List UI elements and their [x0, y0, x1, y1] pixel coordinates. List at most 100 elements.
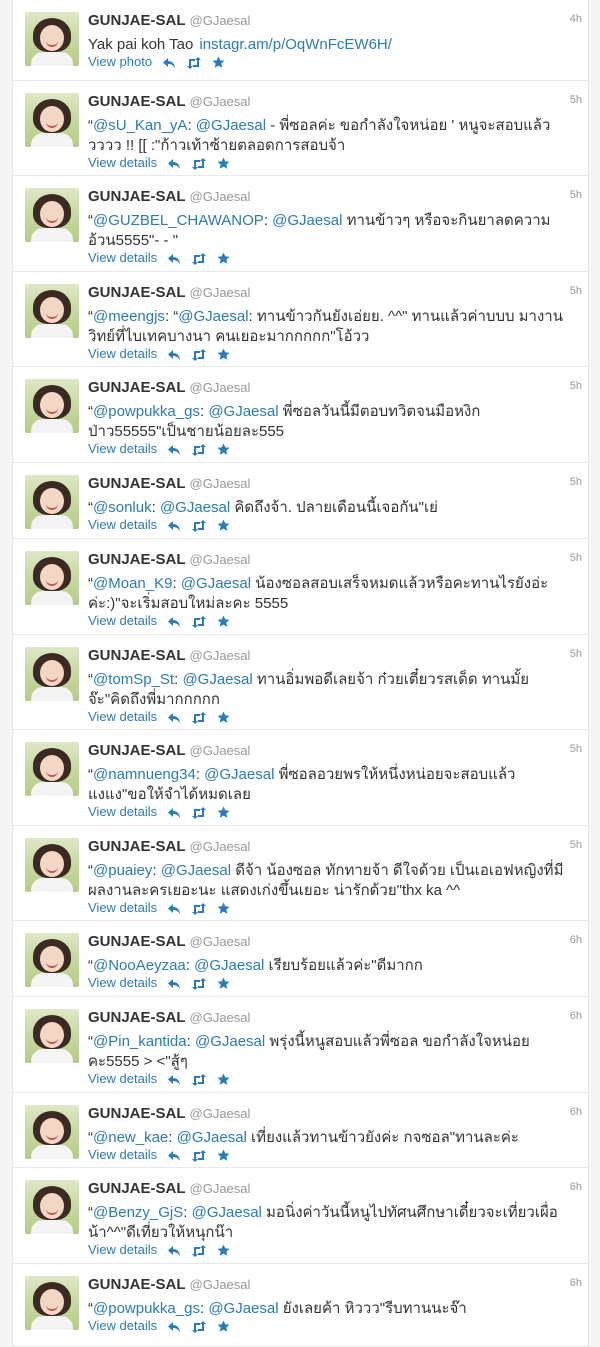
view-details-link[interactable]: View details — [88, 1318, 157, 1333]
self-mention[interactable]: @GJaesal — [194, 957, 264, 974]
view-details-link[interactable]: View details — [88, 804, 157, 819]
user-handle[interactable]: @GJaesal — [190, 743, 251, 758]
reply-icon[interactable] — [167, 253, 181, 265]
reply-icon[interactable] — [167, 807, 181, 819]
favorite-icon[interactable] — [217, 157, 230, 170]
self-mention[interactable]: @GJaesal — [178, 308, 248, 325]
timestamp[interactable]: 5h — [570, 380, 582, 392]
avatar[interactable] — [25, 188, 79, 242]
avatar[interactable] — [25, 1105, 79, 1159]
view-details-link[interactable]: View photo — [88, 54, 152, 69]
user-handle[interactable]: @GJaesal — [190, 1181, 251, 1196]
tweet-item[interactable]: GUNJAE-SAL @GJaesal 5h “@namnueng34: @GJaes… — [13, 730, 588, 826]
tweet-item[interactable]: GUNJAE-SAL @GJaesal 5h “@meengjs: “@GJaesal… — [13, 272, 588, 367]
display-name[interactable]: GUNJAE-SAL — [88, 93, 186, 110]
quoted-user-mention[interactable]: @sU_Kan_yA — [93, 117, 187, 134]
view-details-link[interactable]: View details — [88, 613, 157, 628]
reply-icon[interactable] — [167, 1074, 181, 1086]
tweet-item[interactable]: GUNJAE-SAL @GJaesal 5h “@Moan_K9: @GJaesal … — [13, 539, 588, 635]
view-details-link[interactable]: View details — [88, 346, 157, 361]
self-mention[interactable]: @GJaesal — [177, 1129, 247, 1146]
quoted-user-mention[interactable]: @Pin_kantida — [93, 1033, 187, 1050]
view-details-link[interactable]: View details — [88, 975, 157, 990]
self-mention[interactable]: @GJaesal — [160, 499, 230, 516]
self-mention[interactable]: @GJaesal — [161, 862, 231, 879]
tweet-item[interactable]: GUNJAE-SAL @GJaesal 5h “@sU_Kan_yA: @GJaesa… — [13, 81, 588, 176]
avatar[interactable] — [25, 284, 79, 338]
retweet-icon[interactable] — [191, 1244, 207, 1257]
user-handle[interactable]: @GJaesal — [190, 934, 251, 949]
timestamp[interactable]: 5h — [570, 476, 582, 488]
retweet-icon[interactable] — [191, 348, 207, 361]
avatar[interactable] — [25, 1009, 79, 1063]
avatar[interactable] — [25, 93, 79, 147]
user-handle[interactable]: @GJaesal — [190, 189, 251, 204]
reply-icon[interactable] — [167, 1245, 181, 1257]
favorite-icon[interactable] — [217, 806, 230, 819]
tweet-item[interactable]: GUNJAE-SAL @GJaesal 4h Yak pai koh Tao insta… — [13, 0, 588, 81]
retweet-icon[interactable] — [191, 1149, 207, 1162]
view-details-link[interactable]: View details — [88, 709, 157, 724]
display-name[interactable]: GUNJAE-SAL — [88, 188, 186, 205]
favorite-icon[interactable] — [217, 1320, 230, 1333]
timestamp[interactable]: 6h — [570, 1010, 582, 1022]
display-name[interactable]: GUNJAE-SAL — [88, 12, 186, 29]
avatar[interactable] — [25, 838, 79, 892]
self-mention[interactable]: @GJaesal — [192, 1204, 262, 1221]
user-handle[interactable]: @GJaesal — [190, 13, 251, 28]
tweet-item[interactable]: GUNJAE-SAL @GJaesal 6h “@Pin_kantida: @GJae… — [13, 997, 588, 1093]
favorite-icon[interactable] — [217, 252, 230, 265]
favorite-icon[interactable] — [217, 902, 230, 915]
favorite-icon[interactable] — [217, 977, 230, 990]
reply-icon[interactable] — [167, 978, 181, 990]
user-handle[interactable]: @GJaesal — [190, 648, 251, 663]
tweet-item[interactable]: GUNJAE-SAL @GJaesal 6h “@new_kae: @GJaesal … — [13, 1093, 588, 1168]
view-details-link[interactable]: View details — [88, 1071, 157, 1086]
timestamp[interactable]: 6h — [570, 1181, 582, 1193]
quoted-user-mention[interactable]: @powpukka_gs — [93, 403, 200, 420]
retweet-icon[interactable] — [191, 157, 207, 170]
display-name[interactable]: GUNJAE-SAL — [88, 1180, 186, 1197]
timestamp[interactable]: 5h — [570, 552, 582, 564]
display-name[interactable]: GUNJAE-SAL — [88, 379, 186, 396]
display-name[interactable]: GUNJAE-SAL — [88, 1009, 186, 1026]
user-handle[interactable]: @GJaesal — [190, 1010, 251, 1025]
retweet-icon[interactable] — [191, 615, 207, 628]
display-name[interactable]: GUNJAE-SAL — [88, 933, 186, 950]
timestamp[interactable]: 4h — [570, 13, 582, 25]
timestamp[interactable]: 5h — [570, 743, 582, 755]
view-details-link[interactable]: View details — [88, 1242, 157, 1257]
tweet-item[interactable]: GUNJAE-SAL @GJaesal 5h “@GUZBEL_CHAWANOP: @… — [13, 176, 588, 272]
user-handle[interactable]: @GJaesal — [190, 380, 251, 395]
self-mention[interactable]: @GJaesal — [196, 117, 266, 134]
reply-icon[interactable] — [167, 712, 181, 724]
quoted-user-mention[interactable]: @new_kae — [93, 1129, 168, 1146]
view-details-link[interactable]: View details — [88, 900, 157, 915]
reply-icon[interactable] — [167, 158, 181, 170]
quoted-user-mention[interactable]: @GUZBEL_CHAWANOP — [93, 212, 264, 229]
reply-icon[interactable] — [167, 903, 181, 915]
quoted-user-mention[interactable]: @puaiey — [93, 862, 152, 879]
retweet-icon[interactable] — [191, 1073, 207, 1086]
favorite-icon[interactable] — [217, 1149, 230, 1162]
timestamp[interactable]: 5h — [570, 839, 582, 851]
favorite-icon[interactable] — [217, 711, 230, 724]
reply-icon[interactable] — [167, 1321, 181, 1333]
display-name[interactable]: GUNJAE-SAL — [88, 838, 186, 855]
avatar[interactable] — [25, 933, 79, 987]
tweet-item[interactable]: GUNJAE-SAL @GJaesal 6h “@NooAeyzaa: @GJaesa… — [13, 921, 588, 997]
view-details-link[interactable]: View details — [88, 441, 157, 456]
reply-icon[interactable] — [167, 1150, 181, 1162]
self-mention[interactable]: @GJaesal — [204, 766, 274, 783]
display-name[interactable]: GUNJAE-SAL — [88, 551, 186, 568]
favorite-icon[interactable] — [217, 519, 230, 532]
user-handle[interactable]: @GJaesal — [190, 1277, 251, 1292]
quoted-user-mention[interactable]: @NooAeyzaa — [93, 957, 186, 974]
avatar[interactable] — [25, 742, 79, 796]
quoted-user-mention[interactable]: @namnueng34 — [93, 766, 196, 783]
reply-icon[interactable] — [167, 616, 181, 628]
tweet-item[interactable]: GUNJAE-SAL @GJaesal 6h “@powpukka_gs: @GJae… — [13, 1264, 588, 1347]
avatar[interactable] — [25, 1276, 79, 1330]
avatar[interactable] — [25, 551, 79, 605]
retweet-icon[interactable] — [191, 252, 207, 265]
